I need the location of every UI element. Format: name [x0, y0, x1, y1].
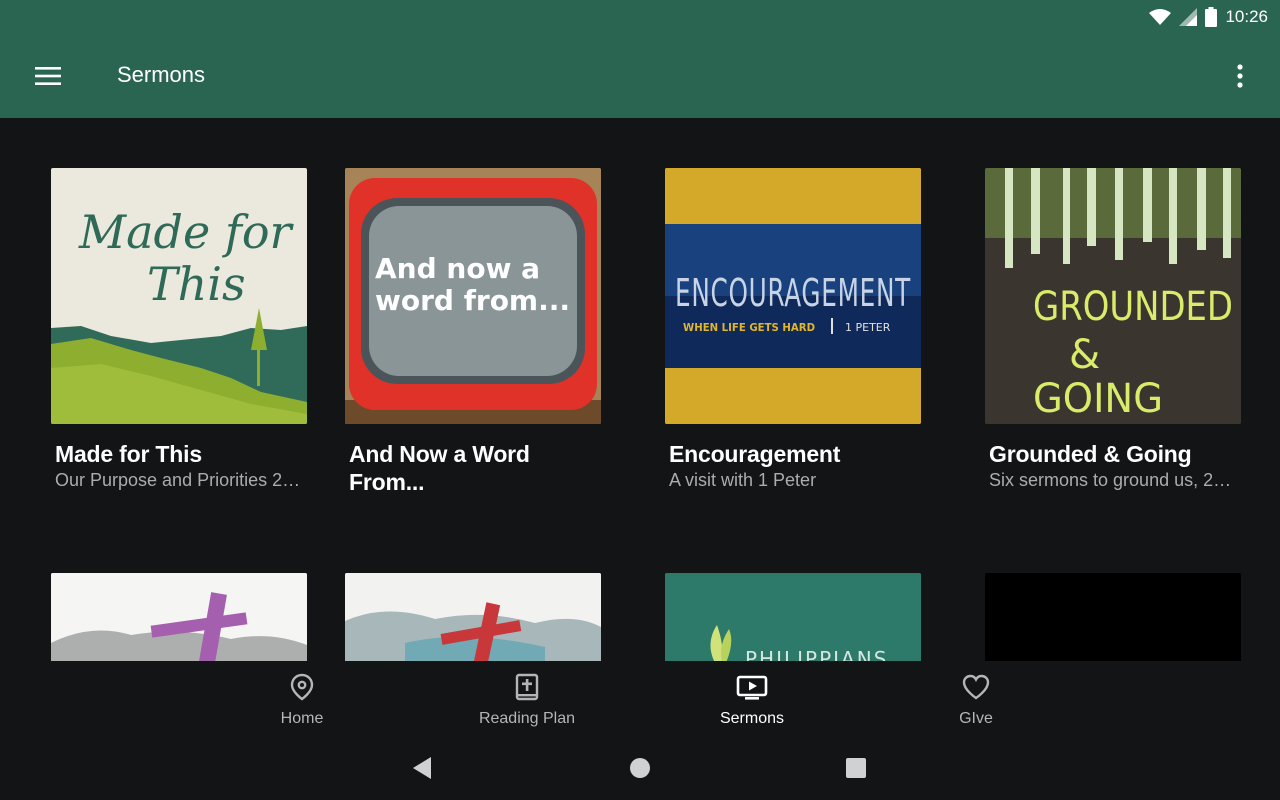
battery-icon	[1205, 7, 1218, 27]
series-artwork	[345, 573, 601, 661]
series-artwork: PHILIPPIANS	[665, 573, 921, 661]
svg-text:Made for: Made for	[78, 205, 295, 259]
back-icon[interactable]	[410, 755, 434, 781]
series-artwork: And now a word from...	[345, 168, 601, 424]
series-artwork: ENCOURAGEMENT WHEN LIFE GETS HARD 1 PETE…	[665, 168, 921, 424]
hamburger-icon	[35, 67, 61, 85]
nav-give-label: GIve	[959, 710, 993, 727]
nav-reading-plan[interactable]: Reading Plan	[447, 673, 607, 728]
sermon-card-and-now-a-word[interactable]: And now a word from... And Now a Word Fr…	[345, 168, 601, 496]
menu-button[interactable]	[28, 56, 68, 96]
svg-text:ENCOURAGEMENT: ENCOURAGEMENT	[675, 271, 911, 315]
tv-play-icon	[736, 675, 768, 700]
more-vert-icon	[1237, 64, 1243, 88]
svg-text:WHEN LIFE GETS HARD: WHEN LIFE GETS HARD	[683, 321, 815, 334]
sermon-card-made-for-this[interactable]: Made for This Made for This Our Purpose …	[51, 168, 307, 491]
svg-text:GOING: GOING	[1033, 376, 1163, 422]
purple-cross-artwork	[51, 573, 307, 661]
svg-text:&: &	[1069, 332, 1100, 378]
nav-home-label: Home	[280, 710, 324, 727]
series-artwork	[51, 573, 307, 661]
wifi-icon	[1149, 9, 1172, 25]
sermon-card-row2-2[interactable]	[345, 573, 601, 661]
sermon-card-row2-4[interactable]	[985, 573, 1241, 661]
card-subtitle: Six sermons to ground us, 2…	[989, 470, 1232, 490]
nav-home[interactable]: Home	[222, 673, 382, 728]
map-pin-icon	[290, 673, 314, 701]
svg-text:1 PETER: 1 PETER	[845, 321, 891, 334]
card-title: Grounded & Going	[989, 441, 1192, 467]
retro-tv-artwork: And now a word from...	[345, 168, 601, 424]
bible-icon	[515, 673, 539, 701]
soil-roots-artwork: GROUNDED & GOING	[985, 168, 1241, 424]
svg-text:GROUNDED: GROUNDED	[1033, 284, 1233, 330]
forest-artwork: Made for This	[51, 205, 307, 424]
clock: 10:26	[1225, 7, 1268, 26]
nav-reading-plan-label: Reading Plan	[478, 710, 576, 727]
card-subtitle: Our Purpose and Priorities 2…	[55, 470, 301, 490]
sermon-card-row2-3[interactable]: PHILIPPIANS	[665, 573, 921, 661]
status-bar: 10:26	[0, 0, 1280, 34]
heart-icon	[962, 674, 990, 700]
recents-icon[interactable]	[845, 757, 867, 779]
nav-sermons[interactable]: Sermons	[672, 673, 832, 728]
series-artwork	[985, 573, 1241, 661]
sermon-card-encouragement[interactable]: ENCOURAGEMENT WHEN LIFE GETS HARD 1 PETE…	[665, 168, 921, 491]
sermon-card-row2-1[interactable]	[51, 573, 307, 661]
card-title: And Now a Word From...	[349, 441, 530, 495]
home-circle-icon[interactable]	[628, 756, 652, 780]
encouragement-artwork: ENCOURAGEMENT WHEN LIFE GETS HARD 1 PETE…	[665, 168, 921, 424]
svg-text:word from...: word from...	[375, 284, 570, 317]
card-title: Encouragement	[669, 441, 841, 467]
sermon-card-grounded-going[interactable]: GROUNDED & GOING Grounded & Going Six se…	[985, 168, 1241, 491]
series-artwork: Made for This	[51, 168, 307, 424]
svg-text:And now a: And now a	[375, 252, 540, 285]
red-cross-artwork	[345, 573, 601, 661]
cell-signal-icon	[1179, 8, 1198, 26]
nav-give[interactable]: GIve	[896, 673, 1056, 728]
svg-text:PHILIPPIANS: PHILIPPIANS	[745, 647, 888, 661]
nav-sermons-label: Sermons	[719, 710, 785, 727]
system-navigation-bar	[0, 741, 1280, 800]
page-title: Sermons	[117, 62, 206, 87]
philippians-artwork: PHILIPPIANS	[665, 573, 921, 661]
svg-text:This: This	[147, 257, 246, 311]
card-title: Made for This	[55, 441, 202, 467]
sermon-series-grid[interactable]: Made for This Made for This Our Purpose …	[0, 118, 1280, 661]
bottom-navigation: Home Reading Plan Sermons GIve	[0, 661, 1280, 741]
card-subtitle: A visit with 1 Peter	[669, 470, 817, 490]
series-artwork: GROUNDED & GOING	[985, 168, 1241, 424]
overflow-menu-button[interactable]	[1222, 56, 1258, 96]
app-bar: Sermons	[0, 34, 1280, 118]
